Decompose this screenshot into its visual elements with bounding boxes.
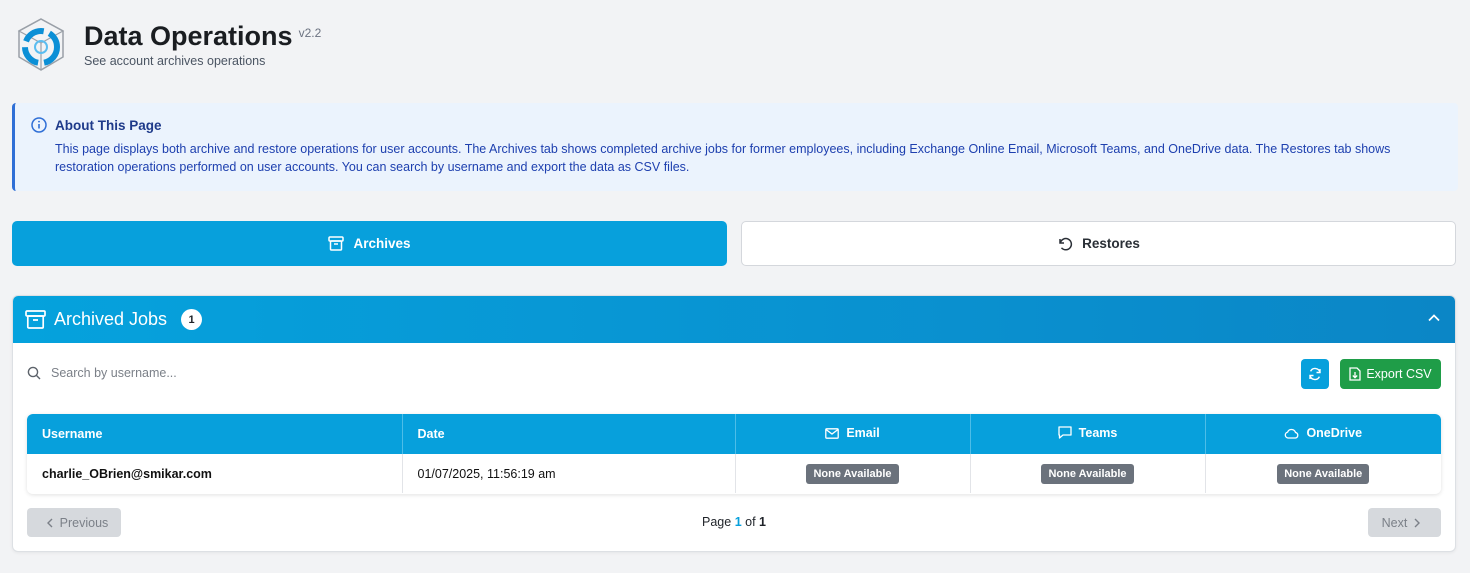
app-logo-icon	[17, 18, 65, 71]
cell-username: charlie_OBrien@smikar.com	[27, 454, 403, 493]
column-header-username: Username	[27, 414, 403, 454]
pagination: Previous Page 1 of 1 Next	[27, 508, 1441, 538]
tab-archives[interactable]: Archives	[12, 221, 727, 266]
page-indicator: Page 1 of 1	[702, 515, 766, 529]
info-text: This page displays both archive and rest…	[55, 142, 1391, 174]
data-operations-page: Data Operations v2.2 See account archive…	[0, 0, 1470, 573]
job-count-badge: 1	[181, 309, 203, 330]
page-subtitle: See account archives operations	[84, 54, 266, 68]
search-input[interactable]	[49, 365, 593, 381]
column-header-date: Date	[402, 414, 736, 454]
cell-email: None Available	[735, 454, 971, 493]
status-badge: None Available	[1277, 463, 1370, 484]
table-header-row: Username Date Email Teams OneDrive	[27, 414, 1441, 454]
tab-archives-label: Archives	[353, 236, 411, 251]
archive-icon	[25, 310, 46, 329]
column-header-teams: Teams	[970, 414, 1206, 454]
search-box	[27, 358, 627, 388]
card-title: Archived Jobs	[54, 309, 168, 329]
column-header-email: Email	[735, 414, 971, 454]
cell-date: 01/07/2025, 11:56:19 am	[402, 454, 736, 493]
version-label: v2.2	[298, 26, 322, 40]
next-button[interactable]: Next	[1368, 508, 1441, 537]
status-badge: None Available	[806, 463, 899, 484]
page-title: Data Operations	[84, 21, 293, 51]
archived-jobs-card: Archived Jobs 1 Search by username... Ex…	[12, 295, 1456, 552]
toolbar: Export CSV	[13, 343, 1455, 405]
mail-icon	[825, 427, 840, 439]
info-icon	[31, 117, 47, 133]
card-header[interactable]: Archived Jobs 1	[13, 296, 1455, 343]
refresh-button[interactable]	[1301, 359, 1329, 389]
info-heading: About This Page	[55, 117, 162, 133]
status-badge: None Available	[1041, 463, 1134, 484]
cloud-icon	[1285, 428, 1299, 439]
search-icon	[27, 366, 41, 380]
page-header: Data Operations v2.2 See account archive…	[12, 16, 321, 76]
cell-onedrive: None Available	[1205, 454, 1441, 493]
export-csv-label: Export CSV	[1366, 367, 1432, 381]
export-csv-button[interactable]: Export CSV	[1340, 359, 1441, 389]
table-row[interactable]: charlie_OBrien@smikar.com 01/07/2025, 11…	[27, 454, 1441, 493]
archive-icon	[328, 236, 345, 251]
chevron-right-icon	[1414, 518, 1421, 527]
chat-icon	[1058, 426, 1072, 439]
chevron-up-icon[interactable]	[1427, 311, 1441, 325]
cell-teams: None Available	[970, 454, 1206, 493]
file-download-icon	[1349, 367, 1361, 381]
restore-icon	[1059, 237, 1073, 250]
tab-restores[interactable]: Restores	[741, 221, 1456, 266]
archived-jobs-table: Username Date Email Teams OneDrive charl…	[27, 414, 1441, 494]
refresh-icon	[1309, 367, 1321, 381]
tab-restores-label: Restores	[1082, 236, 1140, 251]
column-header-onedrive: OneDrive	[1205, 414, 1441, 454]
about-info-box: About This Page This page displays both …	[12, 103, 1458, 191]
